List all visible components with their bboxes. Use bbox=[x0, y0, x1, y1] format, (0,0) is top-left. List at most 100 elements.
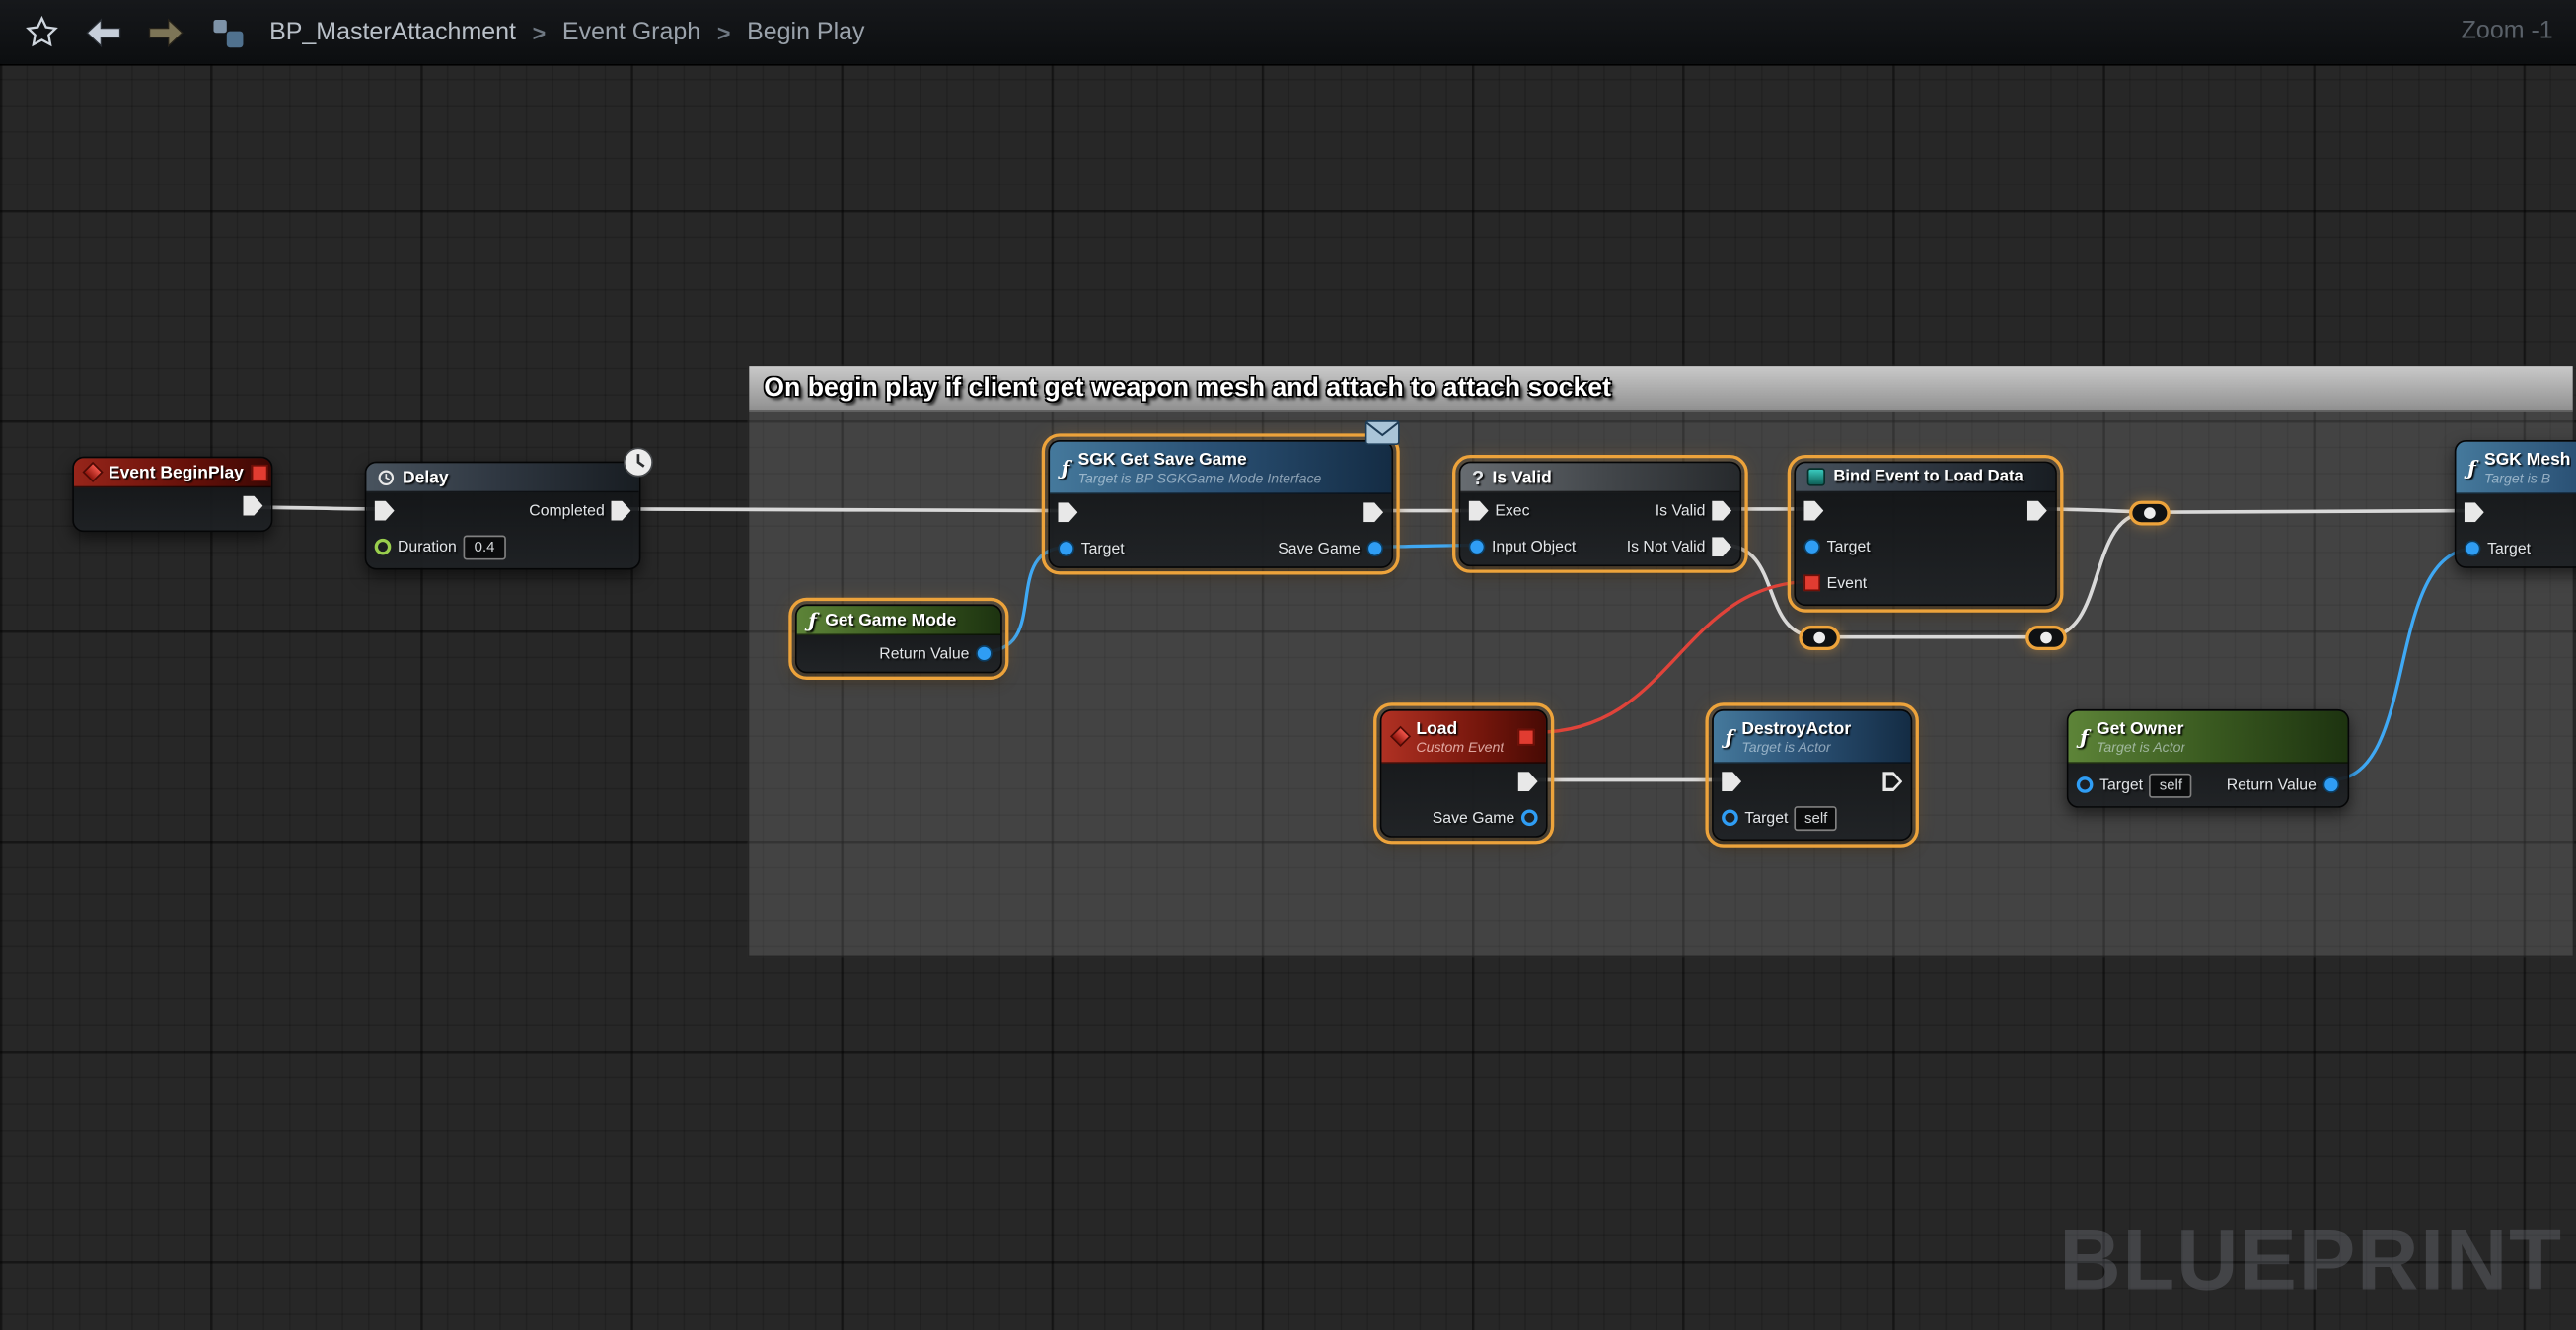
node-destroy-actor[interactable]: ƒ DestroyActor Target is Actor Target sel… bbox=[1712, 709, 1912, 841]
node-header[interactable]: ƒ Get Game Mode bbox=[797, 606, 1000, 635]
node-header[interactable]: Load Custom Event bbox=[1381, 711, 1546, 764]
blueprint-editor: On begin play if client get weapon mesh … bbox=[0, 0, 2576, 1330]
delegate-pin[interactable] bbox=[252, 464, 268, 480]
node-header[interactable]: Delay bbox=[366, 463, 638, 492]
exec-out-is-valid-pin[interactable] bbox=[1712, 501, 1731, 521]
interface-message-icon bbox=[1365, 420, 1400, 453]
node-delay[interactable]: Delay Completed Duration0.4 bbox=[365, 462, 641, 570]
reroute-node[interactable] bbox=[2129, 501, 2171, 526]
return-value-pin[interactable] bbox=[2323, 776, 2340, 793]
breadcrumb-event-graph[interactable]: Event Graph bbox=[562, 18, 700, 45]
function-icon: ƒ bbox=[808, 609, 817, 631]
breadcrumb-separator: > bbox=[533, 19, 547, 45]
comment-box[interactable]: On begin play if client get weapon mesh … bbox=[748, 364, 2575, 957]
target-pin[interactable] bbox=[2077, 776, 2094, 793]
exec-out-pin[interactable] bbox=[243, 496, 262, 516]
comment-header[interactable]: On begin play if client get weapon mesh … bbox=[749, 366, 2572, 412]
forward-button[interactable] bbox=[145, 11, 187, 53]
exec-in-pin[interactable] bbox=[1469, 501, 1489, 521]
save-game-pin[interactable] bbox=[1521, 809, 1538, 826]
pin-label-target: Target bbox=[1827, 538, 1871, 555]
exec-in-pin[interactable] bbox=[1803, 501, 1823, 521]
target-value-field[interactable]: self bbox=[1795, 805, 1837, 830]
event-graph-canvas[interactable]: On begin play if client get weapon mesh … bbox=[0, 0, 2576, 1330]
node-subtitle: Target is Actor bbox=[1741, 738, 1851, 755]
node-subtitle: Custom Event bbox=[1416, 738, 1504, 755]
breadcrumb-begin-play[interactable]: Begin Play bbox=[747, 18, 864, 45]
breadcrumb: BP_MasterAttachment > Event Graph > Begi… bbox=[269, 18, 864, 45]
pin-label-input-object: Input Object bbox=[1492, 538, 1576, 555]
node-is-valid[interactable]: ? Is Valid Exec Is Valid Input Object Is… bbox=[1459, 462, 1741, 567]
breadcrumb-separator: > bbox=[717, 19, 731, 45]
node-load-custom-event[interactable]: Load Custom Event Save Game bbox=[1380, 709, 1548, 838]
node-bind-event-to-load-data[interactable]: Bind Event to Load Data Target Event bbox=[1794, 462, 2056, 606]
function-icon: ƒ bbox=[2467, 456, 2476, 479]
node-header[interactable]: ? Is Valid bbox=[1460, 463, 1739, 492]
event-icon bbox=[1390, 726, 1411, 747]
node-header[interactable]: Event BeginPlay bbox=[74, 458, 271, 487]
node-header[interactable]: ƒ SGK Mesh Target is B bbox=[2456, 442, 2576, 494]
function-icon: ƒ bbox=[1725, 725, 1733, 748]
bind-event-icon bbox=[1807, 468, 1825, 485]
save-game-pin[interactable] bbox=[1366, 541, 1383, 557]
pin-label-is-not-valid: Is Not Valid bbox=[1627, 538, 1706, 555]
input-object-pin[interactable] bbox=[1469, 539, 1486, 555]
pin-label-target: Target bbox=[2487, 540, 2531, 557]
event-delegate-pin[interactable] bbox=[1803, 574, 1820, 591]
node-title: Get Game Mode bbox=[825, 610, 956, 629]
duration-pin[interactable] bbox=[375, 539, 392, 555]
exec-in-pin[interactable] bbox=[375, 501, 395, 521]
event-icon bbox=[82, 462, 103, 482]
node-title: SGK Mesh bbox=[2484, 449, 2570, 469]
node-title: DestroyActor bbox=[1741, 718, 1851, 738]
node-title: Event BeginPlay bbox=[109, 462, 244, 481]
node-title: Bind Event to Load Data bbox=[1833, 467, 2023, 486]
favorite-star-icon[interactable] bbox=[20, 11, 62, 53]
node-header[interactable]: ƒ Get Owner Target is Actor bbox=[2068, 711, 2347, 764]
node-event-begin-play[interactable]: Event BeginPlay bbox=[72, 457, 272, 533]
breadcrumb-toolbar: BP_MasterAttachment > Event Graph > Begi… bbox=[0, 0, 2576, 66]
pin-label-exec: Exec bbox=[1495, 501, 1529, 519]
exec-in-pin[interactable] bbox=[1722, 772, 1741, 791]
exec-out-is-not-valid-pin[interactable] bbox=[1712, 537, 1731, 556]
reroute-node[interactable] bbox=[1799, 626, 1840, 650]
question-icon: ? bbox=[1472, 466, 1484, 488]
target-pin[interactable] bbox=[2465, 541, 2481, 557]
node-get-game-mode[interactable]: ƒ Get Game Mode Return Value bbox=[795, 604, 1002, 673]
node-header[interactable]: Bind Event to Load Data bbox=[1796, 463, 2055, 492]
reroute-node[interactable] bbox=[2025, 626, 2067, 650]
node-title: Is Valid bbox=[1493, 467, 1552, 486]
exec-in-pin[interactable] bbox=[1058, 502, 1077, 522]
exec-out-completed-pin[interactable] bbox=[611, 501, 630, 521]
zoom-level: Zoom -1 bbox=[2462, 17, 2553, 44]
node-sgk-mesh[interactable]: ƒ SGK Mesh Target is B Target bbox=[2455, 440, 2576, 568]
back-button[interactable] bbox=[82, 11, 124, 53]
exec-out-pin[interactable] bbox=[1882, 772, 1902, 791]
duration-value-field[interactable]: 0.4 bbox=[463, 535, 505, 559]
target-value-field[interactable]: self bbox=[2150, 773, 2192, 797]
node-sgk-get-save-game[interactable]: ƒ SGK Get Save Game Target is BP SGKGame… bbox=[1048, 440, 1393, 568]
node-title: Delay bbox=[403, 467, 449, 486]
target-pin[interactable] bbox=[1722, 809, 1738, 826]
node-subtitle: Target is BP SGKGame Mode Interface bbox=[1078, 469, 1322, 485]
target-pin[interactable] bbox=[1803, 539, 1820, 555]
target-pin[interactable] bbox=[1058, 541, 1074, 557]
node-header[interactable]: ƒ SGK Get Save Game Target is BP SGKGame… bbox=[1050, 442, 1391, 494]
delegate-pin[interactable] bbox=[1518, 728, 1535, 745]
exec-in-pin[interactable] bbox=[2465, 502, 2484, 522]
pin-label-is-valid: Is Valid bbox=[1656, 501, 1706, 519]
pin-label-duration: Duration bbox=[398, 538, 457, 555]
return-value-pin[interactable] bbox=[976, 645, 993, 662]
exec-out-pin[interactable] bbox=[1518, 772, 1538, 791]
comment-title: On begin play if client get weapon mesh … bbox=[764, 374, 1611, 404]
exec-out-pin[interactable] bbox=[1363, 502, 1383, 522]
clock-icon bbox=[378, 469, 395, 485]
node-title: SGK Get Save Game bbox=[1078, 449, 1322, 469]
node-subtitle: Target is B bbox=[2484, 469, 2570, 485]
node-title: Load bbox=[1416, 718, 1504, 738]
pin-label-target: Target bbox=[1744, 809, 1788, 827]
breadcrumb-blueprint[interactable]: BP_MasterAttachment bbox=[269, 18, 516, 45]
exec-out-pin[interactable] bbox=[2027, 501, 2047, 521]
node-get-owner[interactable]: ƒ Get Owner Target is Actor Targetself R… bbox=[2067, 709, 2349, 808]
node-header[interactable]: ƒ DestroyActor Target is Actor bbox=[1714, 711, 1911, 764]
